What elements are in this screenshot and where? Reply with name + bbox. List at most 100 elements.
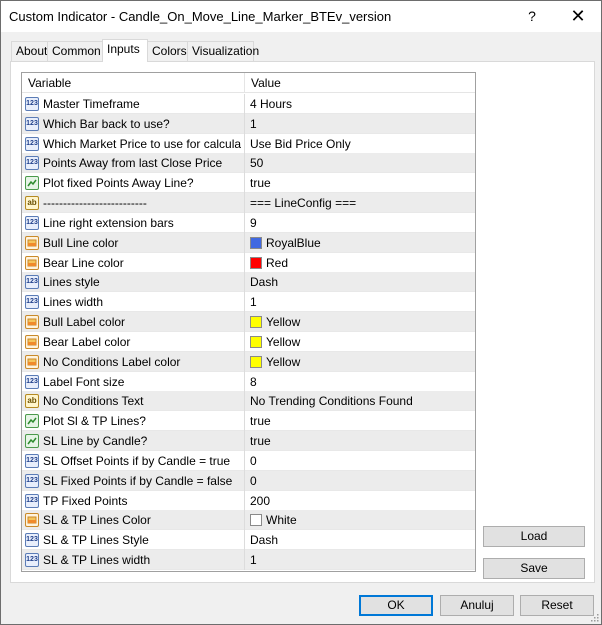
variable-value[interactable]: 1 — [250, 553, 257, 567]
variable-value[interactable]: Red — [266, 256, 288, 270]
color-swatch — [250, 514, 262, 527]
variable-value[interactable]: 200 — [250, 494, 270, 508]
boolean-icon — [25, 176, 39, 191]
ok-button[interactable]: OK — [359, 595, 433, 616]
grid-row[interactable]: 123 Lines style Dash — [22, 272, 475, 293]
load-button[interactable]: Load — [483, 526, 585, 547]
color-icon — [25, 354, 39, 369]
number-icon: 123 — [25, 493, 39, 508]
help-button[interactable]: ? — [509, 1, 555, 32]
tab-visualization[interactable]: Visualization — [187, 41, 259, 61]
variable-value[interactable]: 1 — [250, 295, 257, 309]
tab-inputs[interactable]: Inputs — [102, 39, 148, 62]
grid-row[interactable]: 123 Points Away from last Close Price 50 — [22, 153, 475, 174]
variable-name: No Conditions Label color — [43, 354, 181, 369]
cell-divider — [244, 312, 245, 333]
color-icon — [25, 255, 39, 270]
variable-value[interactable]: White — [266, 513, 297, 527]
variable-value[interactable]: No Trending Conditions Found — [250, 394, 413, 408]
grid-row[interactable]: Bear Label color Yellow — [22, 331, 475, 352]
variable-value[interactable]: Yellow — [266, 315, 300, 329]
column-header-value[interactable]: Value — [251, 76, 281, 90]
dialog-window: Custom Indicator - Candle_On_Move_Line_M… — [0, 0, 602, 625]
variable-value[interactable]: 0 — [250, 454, 257, 468]
variable-name: Plot Sl & TP Lines? — [43, 414, 146, 429]
tab-colors[interactable]: Colors — [147, 41, 188, 61]
column-header-variable[interactable]: Variable — [28, 76, 71, 90]
color-swatch — [250, 335, 262, 348]
grid-row[interactable]: ab -------------------------- === LineConf… — [22, 193, 475, 214]
cell-divider — [244, 133, 245, 154]
cell-divider — [244, 450, 245, 471]
number-icon: 123 — [25, 215, 39, 230]
number-icon: 123 — [25, 374, 39, 389]
variable-value[interactable]: 4 Hours — [250, 97, 292, 111]
number-icon: 123 — [25, 136, 39, 151]
variable-value[interactable]: RoyalBlue — [266, 236, 321, 250]
grid-header: Variable Value — [22, 73, 475, 93]
cell-divider — [244, 530, 245, 551]
close-button[interactable]: ✕ — [555, 1, 601, 32]
grid-row[interactable]: 123 SL Offset Points if by Candle = true 0 — [22, 450, 475, 471]
grid-row[interactable]: 123 Line right extension bars 9 — [22, 212, 475, 233]
variable-value[interactable]: true — [250, 414, 271, 428]
variable-name: Plot fixed Points Away Line? — [43, 176, 194, 191]
grid-row[interactable]: Bull Line color RoyalBlue — [22, 232, 475, 253]
grid-row[interactable]: No Conditions Label color Yellow — [22, 351, 475, 372]
variable-value[interactable]: 8 — [250, 375, 257, 389]
cell-divider — [244, 113, 245, 134]
cell-divider — [244, 232, 245, 253]
variable-name: Label Font size — [43, 374, 125, 389]
variable-value[interactable]: true — [250, 176, 271, 190]
cell-divider — [244, 212, 245, 233]
variable-value[interactable]: 9 — [250, 216, 257, 230]
column-divider[interactable] — [244, 73, 245, 93]
tab-common[interactable]: Common — [47, 41, 103, 61]
grid-row[interactable]: Bear Line color Red — [22, 252, 475, 273]
variable-name: Master Timeframe — [43, 97, 140, 111]
cell-divider — [244, 292, 245, 313]
cell-divider — [244, 252, 245, 273]
title-bar[interactable]: Custom Indicator - Candle_On_Move_Line_M… — [1, 1, 601, 32]
save-button[interactable]: Save — [483, 558, 585, 579]
cell-divider — [244, 371, 245, 392]
grid-row[interactable]: 123 SL & TP Lines Style Dash — [22, 530, 475, 551]
variable-name: TP Fixed Points — [43, 493, 128, 508]
variable-value[interactable]: Yellow — [266, 355, 300, 369]
variable-value[interactable]: 50 — [250, 156, 263, 170]
color-swatch — [250, 256, 262, 269]
variable-value[interactable]: Yellow — [266, 335, 300, 349]
grid-row[interactable]: SL & TP Lines Color White — [22, 510, 475, 531]
variable-value[interactable]: Dash — [250, 275, 278, 289]
grid-row[interactable]: 123 TP Fixed Points 200 — [22, 490, 475, 511]
variable-name: Bear Line color — [43, 255, 124, 270]
variable-value[interactable]: === LineConfig === — [250, 196, 356, 210]
grid-row[interactable]: 123 Which Market Price to use for calcula… — [22, 133, 475, 154]
variable-value[interactable]: Use Bid Price Only — [250, 137, 351, 151]
variable-value[interactable]: Dash — [250, 533, 278, 547]
grid-row[interactable]: 123 Label Font size 8 — [22, 371, 475, 392]
resize-grip-icon[interactable] — [589, 612, 599, 622]
grid-row[interactable]: 123 Master Timeframe 4 Hours — [22, 94, 475, 114]
grid-row[interactable]: ab No Conditions Text No Trending Conditio… — [22, 391, 475, 412]
grid-row[interactable]: Plot Sl & TP Lines? true — [22, 411, 475, 432]
grid-row[interactable]: 123 Lines width 1 — [22, 292, 475, 313]
grid-row[interactable]: 123 Which Bar back to use? 1 — [22, 113, 475, 134]
variable-name: SL & TP Lines Color — [43, 513, 151, 528]
variable-value[interactable]: true — [250, 434, 271, 448]
reset-button[interactable]: Reset — [520, 595, 594, 616]
variable-value[interactable]: 1 — [250, 117, 257, 131]
cancel-button[interactable]: Anuluj — [440, 595, 514, 616]
grid-row[interactable]: 123 SL Fixed Points if by Candle = false 0 — [22, 470, 475, 491]
color-swatch — [250, 316, 262, 329]
grid-row[interactable]: Plot fixed Points Away Line? true — [22, 173, 475, 194]
variable-value[interactable]: 0 — [250, 474, 257, 488]
cell-divider — [244, 391, 245, 412]
grid-row[interactable]: SL Line by Candle? true — [22, 431, 475, 452]
number-icon: 123 — [25, 116, 39, 131]
cell-divider — [244, 510, 245, 531]
tab-about[interactable]: About — [11, 41, 48, 61]
variable-name: SL Offset Points if by Candle = true — [43, 453, 231, 468]
grid-row[interactable]: Bull Label color Yellow — [22, 312, 475, 333]
grid-row[interactable]: 123 SL & TP Lines width 1 — [22, 550, 475, 571]
